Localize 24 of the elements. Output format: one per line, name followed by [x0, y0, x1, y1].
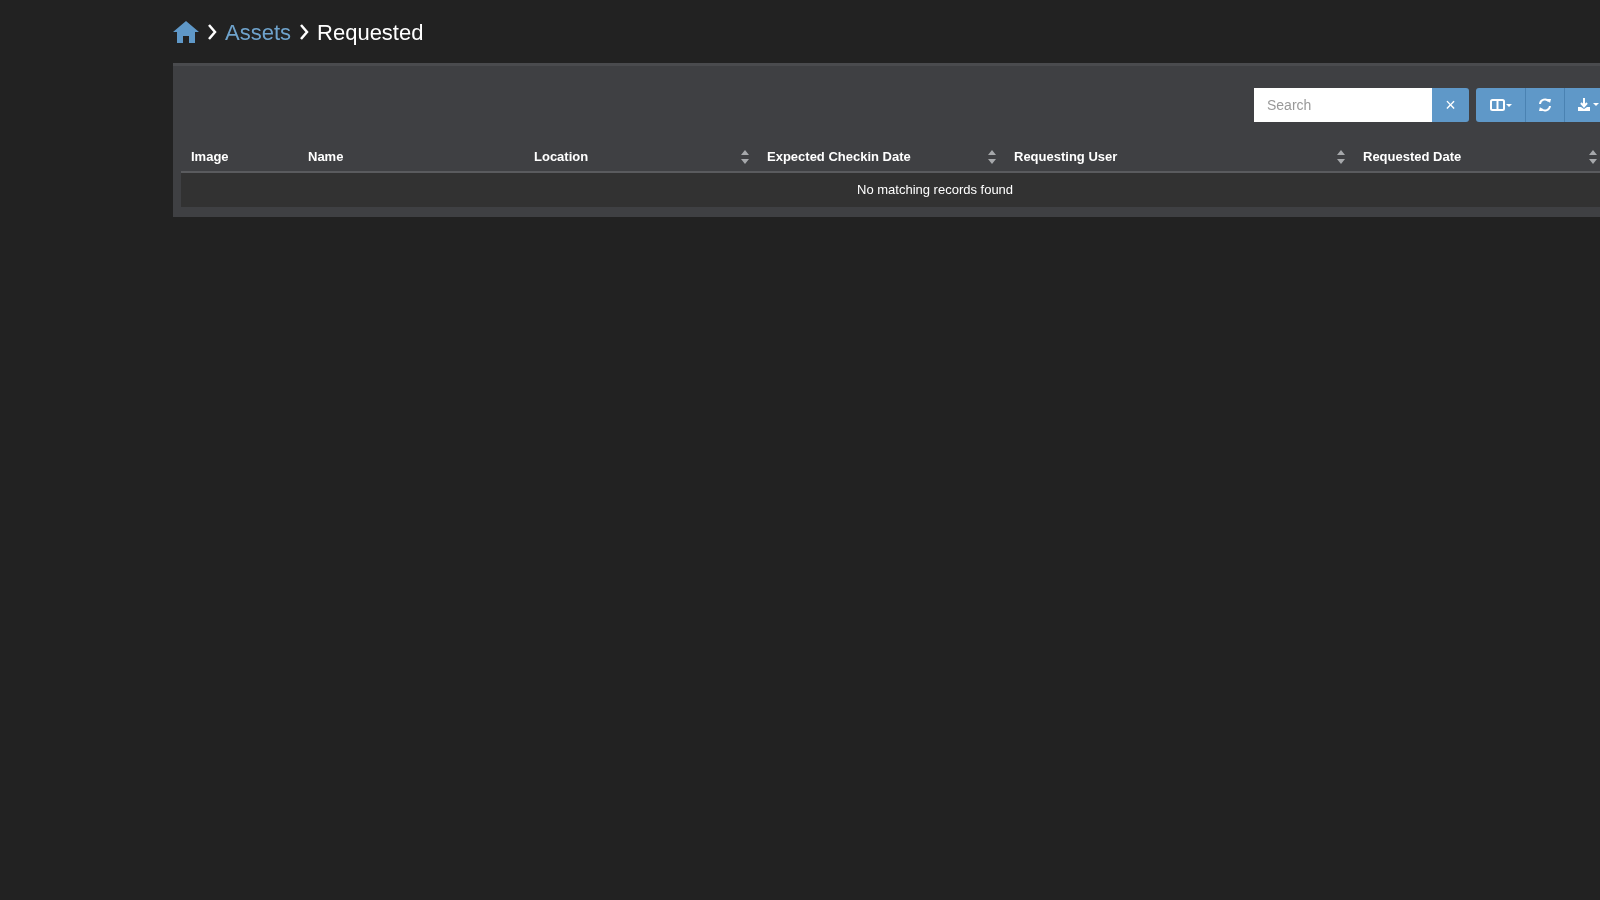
- column-header: Image: [191, 148, 229, 167]
- chevron-right-icon: [207, 24, 217, 40]
- columns-icon: [1489, 99, 1512, 111]
- sort-icon[interactable]: [1337, 150, 1345, 164]
- sort-icon[interactable]: [741, 150, 749, 164]
- export-button[interactable]: [1565, 88, 1600, 122]
- search-field[interactable]: Search: [1254, 88, 1432, 122]
- download-icon: [1577, 98, 1600, 112]
- breadcrumb-current: Requested: [317, 18, 424, 47]
- empty-message: No matching records found: [857, 181, 1014, 200]
- column-header: Requested Date: [1363, 148, 1462, 167]
- refresh-button[interactable]: [1526, 88, 1565, 122]
- sort-icon[interactable]: [1589, 150, 1597, 164]
- clear-search-button[interactable]: ×: [1432, 88, 1469, 122]
- home-icon[interactable]: [173, 21, 199, 43]
- breadcrumb-link[interactable]: Assets: [225, 15, 292, 49]
- column-header: Requesting User: [1014, 148, 1118, 167]
- columns-button[interactable]: [1476, 88, 1526, 122]
- column-header: Location: [534, 148, 589, 167]
- column-header: Expected Checkin Date: [767, 148, 911, 167]
- sort-icon[interactable]: [988, 150, 996, 164]
- refresh-icon: [1538, 98, 1552, 112]
- column-header: Name: [308, 148, 344, 167]
- chevron-right-icon: [299, 24, 310, 40]
